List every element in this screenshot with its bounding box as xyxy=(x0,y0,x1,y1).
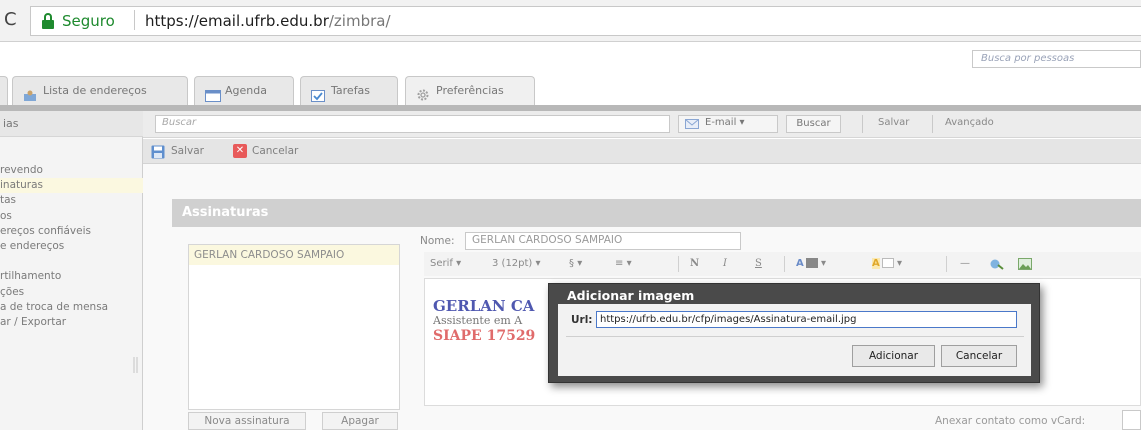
toolbar-divider xyxy=(862,115,863,133)
sidebar-item-composing[interactable]: revendo xyxy=(0,163,143,178)
link-icon[interactable] xyxy=(990,258,1004,273)
signature-line-role: Assistente em A xyxy=(433,314,523,327)
align-icon: ≡ xyxy=(615,258,624,269)
url-divider xyxy=(134,10,135,30)
sidebar-item-filters[interactable]: os xyxy=(0,209,143,224)
people-search-input[interactable]: Busca por pessoas xyxy=(972,50,1141,68)
horizontal-rule-icon[interactable]: — xyxy=(960,258,970,269)
editor-divider xyxy=(784,256,785,272)
sidebar-item-sharing[interactable]: rtilhamento xyxy=(0,269,143,284)
advanced-search-link[interactable]: Avançado xyxy=(945,117,994,128)
sidebar-item-out-of-office[interactable]: tas xyxy=(0,193,143,208)
save-button[interactable]: Salvar xyxy=(171,145,204,157)
vcard-select[interactable] xyxy=(1122,410,1141,430)
signature-list-item[interactable]: GERLAN CARDOSO SAMPAIO xyxy=(189,245,399,265)
url-path: /zimbra/ xyxy=(328,12,391,30)
highlight-color-select[interactable]: A ▾ xyxy=(872,258,902,269)
chevron-down-icon: ▾ xyxy=(626,258,632,269)
lock-icon xyxy=(40,12,56,30)
contacts-icon xyxy=(23,85,37,101)
sidebar-header: ias xyxy=(0,111,143,137)
signature-name-input[interactable]: GERLAN CARDOSO SAMPAIO xyxy=(465,232,741,250)
chevron-down-icon: ▾ xyxy=(739,117,745,128)
strike-button[interactable]: S xyxy=(755,258,762,269)
signature-list xyxy=(188,244,400,410)
calendar-icon xyxy=(205,85,221,102)
app-tabs: Lista de endereços Agenda Tarefas Prefer… xyxy=(0,76,1141,106)
sidebar-resize-handle[interactable] xyxy=(131,355,141,375)
toolbar-divider xyxy=(932,115,933,133)
tab-label: Tarefas xyxy=(331,84,371,97)
italic-button[interactable]: I xyxy=(723,258,727,269)
text-color-select[interactable]: A ▾ xyxy=(796,258,826,269)
section-title: Assinaturas xyxy=(172,199,1141,227)
font-size-value: 3 (12pt) xyxy=(492,258,533,269)
chevron-down-icon: ▾ xyxy=(577,258,583,269)
chevron-down-icon: ▾ xyxy=(535,258,541,269)
url-label: Url: xyxy=(571,314,593,326)
signature-line-siape: SIAPE 17529 xyxy=(433,328,536,344)
sidebar-item-blank[interactable] xyxy=(0,254,143,269)
tab-preferences[interactable]: Preferências xyxy=(405,76,535,106)
sidebar-list: revendo inaturas tas os ereços confiávei… xyxy=(0,163,143,330)
font-family-value: Serif xyxy=(430,258,453,269)
dialog-title: Adicionar imagem xyxy=(567,288,695,303)
tab-label: Lista de endereços xyxy=(43,84,147,97)
dialog-cancel-button[interactable]: Cancelar xyxy=(941,345,1017,367)
sidebar-item-address-book[interactable]: e endereços xyxy=(0,239,143,254)
tab-label: Preferências xyxy=(436,84,504,97)
tab-label: Agenda xyxy=(225,84,267,97)
text-color-icon: A xyxy=(796,258,804,269)
bold-button[interactable]: N xyxy=(690,258,699,269)
signature-line-name: GERLAN CA xyxy=(433,297,535,315)
insert-image-icon[interactable] xyxy=(1018,258,1032,273)
name-label: Nome: xyxy=(420,235,455,247)
chevron-down-icon: ▾ xyxy=(456,258,462,269)
editor-divider xyxy=(946,256,947,272)
chevron-down-icon: ▾ xyxy=(820,258,826,269)
search-input[interactable]: Buscar xyxy=(155,115,670,133)
chevron-down-icon: ▾ xyxy=(896,258,902,269)
delete-signature-button[interactable]: Apagar xyxy=(322,412,398,430)
sidebar-item-trusted-addresses[interactable]: ereços confiáveis xyxy=(0,224,143,239)
color-swatch xyxy=(881,258,894,268)
vcard-label: Anexar contato como vCard: xyxy=(935,415,1086,427)
search-type-select[interactable]: E-mail ▾ xyxy=(678,115,778,133)
sidebar-item-signatures[interactable]: inaturas xyxy=(0,178,143,194)
special-char-select[interactable]: § ▾ xyxy=(569,258,582,269)
image-url-input[interactable] xyxy=(596,311,1017,328)
highlight-icon: A xyxy=(872,258,880,269)
save-search-link[interactable]: Salvar xyxy=(878,117,909,128)
gear-icon xyxy=(416,85,430,101)
font-family-select[interactable]: Serif ▾ xyxy=(430,258,461,269)
font-size-select[interactable]: 3 (12pt) ▾ xyxy=(492,258,541,269)
sidebar-item-import-export[interactable]: ar / Exportar xyxy=(0,315,143,330)
tab-calendar[interactable]: Agenda xyxy=(194,76,294,106)
search-type-label: E-mail xyxy=(705,117,737,128)
editor-divider xyxy=(678,256,679,272)
tab-mail-partial[interactable] xyxy=(0,76,8,106)
special-char-label: § xyxy=(569,258,574,269)
url-text[interactable]: https://email.ufrb.edu.br/zimbra/ xyxy=(145,10,391,32)
reload-icon[interactable]: C xyxy=(4,8,24,32)
align-select[interactable]: ≡ ▾ xyxy=(615,258,632,269)
secure-label: Seguro xyxy=(62,12,115,30)
new-signature-button[interactable]: Nova assinatura xyxy=(188,412,306,430)
color-swatch xyxy=(805,258,818,268)
mail-icon xyxy=(685,119,699,132)
tab-contacts[interactable]: Lista de endereços xyxy=(12,76,188,106)
tasks-icon xyxy=(311,85,325,102)
sidebar-item-notifications[interactable]: ções xyxy=(0,285,143,300)
url-host: https://email.ufrb.edu.br xyxy=(145,12,329,30)
sidebar-item-messaging[interactable]: a de troca de mensa xyxy=(0,300,143,315)
tab-tasks[interactable]: Tarefas xyxy=(300,76,398,106)
cancel-icon[interactable]: ✕ xyxy=(233,144,247,158)
cancel-button[interactable]: Cancelar xyxy=(252,145,298,157)
dialog-divider xyxy=(566,336,1024,337)
save-icon[interactable] xyxy=(151,145,165,159)
add-button[interactable]: Adicionar xyxy=(852,345,935,367)
search-button[interactable]: Buscar xyxy=(786,115,841,133)
